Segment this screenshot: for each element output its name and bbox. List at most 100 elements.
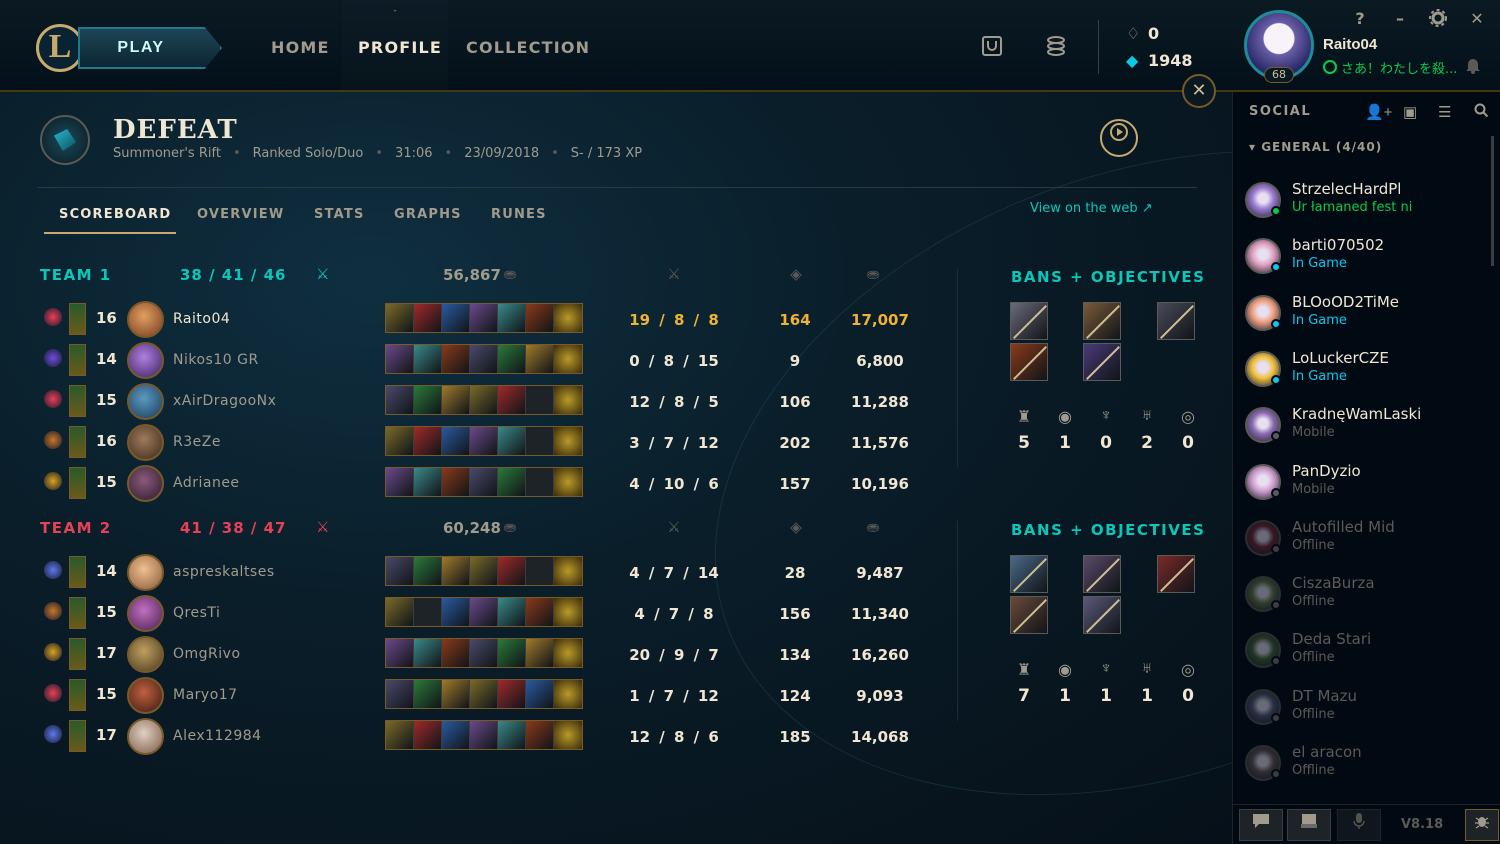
bug-report-button[interactable] bbox=[1465, 809, 1499, 841]
tab-collection[interactable]: COLLECTION bbox=[466, 38, 590, 57]
settings-button[interactable] bbox=[1427, 9, 1449, 31]
add-folder-icon[interactable]: ▣ bbox=[1403, 103, 1417, 121]
item-icon[interactable] bbox=[498, 721, 526, 749]
banned-champion-icon[interactable] bbox=[1010, 343, 1048, 381]
item-icon[interactable] bbox=[470, 680, 498, 708]
item-icon[interactable] bbox=[498, 557, 526, 585]
friend-list-item[interactable]: BLOoOD2TiMe In Game bbox=[1245, 289, 1485, 341]
item-icon[interactable] bbox=[442, 721, 470, 749]
item-icon[interactable] bbox=[470, 598, 498, 626]
add-friend-icon[interactable]: 👤+ bbox=[1365, 103, 1392, 121]
tab-home[interactable]: HOME bbox=[271, 38, 330, 57]
player-row[interactable]: 17 Alex112984 12 / 8 / 6 185 14,068 bbox=[0, 718, 940, 760]
item-icon[interactable] bbox=[442, 304, 470, 332]
item-icon[interactable] bbox=[470, 639, 498, 667]
item-icon[interactable] bbox=[386, 304, 414, 332]
riot-points[interactable]: ♢ 0 bbox=[1126, 24, 1159, 43]
item-icon[interactable] bbox=[470, 304, 498, 332]
friend-list-item[interactable]: KradnęWamLaski Mobile bbox=[1245, 401, 1485, 453]
item-icon[interactable] bbox=[386, 721, 414, 749]
item-icon[interactable] bbox=[386, 345, 414, 373]
status-message[interactable]: さあ！わたしを殺... bbox=[1323, 58, 1463, 77]
player-row[interactable]: 15 QresTi 4 / 7 / 8 156 11,340 bbox=[0, 595, 940, 637]
tab-overview[interactable]: OVERVIEW bbox=[197, 207, 284, 222]
tab-stats[interactable]: STATS bbox=[314, 207, 365, 222]
search-icon[interactable] bbox=[1474, 103, 1489, 122]
banned-champion-icon[interactable] bbox=[1083, 343, 1121, 381]
item-icon[interactable] bbox=[386, 468, 414, 496]
item-icon[interactable] bbox=[442, 557, 470, 585]
item-icon[interactable] bbox=[414, 345, 442, 373]
list-view-icon[interactable]: ☰ bbox=[1438, 103, 1451, 121]
item-icon[interactable] bbox=[526, 721, 554, 749]
item-icon[interactable] bbox=[498, 345, 526, 373]
item-icon[interactable] bbox=[386, 427, 414, 455]
champion-portrait[interactable] bbox=[127, 301, 164, 338]
item-icon[interactable] bbox=[526, 680, 554, 708]
blue-essence[interactable]: ◆ 1948 bbox=[1126, 51, 1193, 70]
trinket-item-icon[interactable] bbox=[554, 639, 582, 667]
store-icon[interactable] bbox=[979, 34, 1005, 60]
banned-champion-icon[interactable] bbox=[1010, 555, 1048, 593]
item-icon[interactable] bbox=[498, 468, 526, 496]
player-name[interactable]: Adrianee bbox=[173, 475, 240, 491]
player-row[interactable]: 17 OmgRivo 20 / 9 / 7 134 16,260 bbox=[0, 636, 940, 678]
close-window-button[interactable]: ✕ bbox=[1466, 9, 1488, 28]
item-icon[interactable] bbox=[442, 345, 470, 373]
voice-button[interactable] bbox=[1337, 809, 1381, 841]
view-on-web-link[interactable]: View on the web ↗ bbox=[1030, 201, 1153, 216]
trinket-item-icon[interactable] bbox=[554, 680, 582, 708]
item-icon[interactable] bbox=[470, 427, 498, 455]
item-icon[interactable] bbox=[526, 427, 554, 455]
item-icon[interactable] bbox=[470, 721, 498, 749]
banned-champion-icon[interactable] bbox=[1083, 555, 1121, 593]
tab-graphs[interactable]: GRAPHS bbox=[394, 207, 462, 222]
player-row[interactable]: 15 xAirDragooNx 12 / 8 / 5 106 11,288 bbox=[0, 383, 940, 425]
trinket-item-icon[interactable] bbox=[554, 304, 582, 332]
scrollbar[interactable] bbox=[1491, 136, 1494, 266]
item-icon[interactable] bbox=[442, 468, 470, 496]
tab-profile[interactable]: PROFILE bbox=[358, 38, 442, 57]
item-icon[interactable] bbox=[414, 680, 442, 708]
banned-champion-icon[interactable] bbox=[1083, 302, 1121, 340]
champion-portrait[interactable] bbox=[127, 383, 164, 420]
item-icon[interactable] bbox=[470, 345, 498, 373]
item-icon[interactable] bbox=[414, 721, 442, 749]
item-icon[interactable] bbox=[386, 557, 414, 585]
loot-icon[interactable] bbox=[1042, 34, 1068, 60]
play-button[interactable]: PLAY bbox=[78, 27, 222, 69]
item-icon[interactable] bbox=[414, 639, 442, 667]
help-button[interactable]: ? bbox=[1349, 9, 1371, 28]
summoner-name[interactable]: Raito04 bbox=[1323, 36, 1377, 53]
friend-list-item[interactable]: StrzelecHardPl Ur łamaned fest ni bbox=[1245, 176, 1485, 228]
player-name[interactable]: xAirDragooNx bbox=[173, 393, 276, 409]
banned-champion-icon[interactable] bbox=[1157, 302, 1195, 340]
player-row[interactable]: 16 R3eZe 3 / 7 / 12 202 11,576 bbox=[0, 424, 940, 466]
player-name[interactable]: aspreskaltses bbox=[173, 564, 275, 580]
item-icon[interactable] bbox=[526, 468, 554, 496]
chat-button[interactable] bbox=[1239, 809, 1283, 841]
champion-portrait[interactable] bbox=[127, 342, 164, 379]
item-icon[interactable] bbox=[526, 304, 554, 332]
item-icon[interactable] bbox=[442, 639, 470, 667]
item-icon[interactable] bbox=[498, 427, 526, 455]
player-name[interactable]: R3eZe bbox=[173, 434, 221, 450]
player-name[interactable]: Nikos10 GR bbox=[173, 352, 259, 368]
item-icon[interactable] bbox=[498, 639, 526, 667]
item-icon[interactable] bbox=[498, 680, 526, 708]
item-icon[interactable] bbox=[442, 386, 470, 414]
item-icon[interactable] bbox=[526, 598, 554, 626]
friend-list-item[interactable]: LoLuckerCZE In Game bbox=[1245, 345, 1485, 397]
item-icon[interactable] bbox=[526, 639, 554, 667]
player-row[interactable]: 15 Adrianee 4 / 10 / 6 157 10,196 bbox=[0, 465, 940, 507]
banned-champion-icon[interactable] bbox=[1083, 596, 1121, 634]
trinket-item-icon[interactable] bbox=[554, 386, 582, 414]
friend-group-header[interactable]: ▾ GENERAL (4/40) bbox=[1249, 140, 1382, 154]
player-name[interactable]: Maryo17 bbox=[173, 687, 238, 703]
friend-list-item[interactable]: DT Mazu Offline bbox=[1245, 683, 1485, 735]
item-icon[interactable] bbox=[470, 468, 498, 496]
item-icon[interactable] bbox=[498, 386, 526, 414]
trinket-item-icon[interactable] bbox=[554, 598, 582, 626]
player-name[interactable]: Alex112984 bbox=[173, 728, 262, 744]
friend-list-item[interactable]: PanDyzio Mobile bbox=[1245, 458, 1485, 510]
